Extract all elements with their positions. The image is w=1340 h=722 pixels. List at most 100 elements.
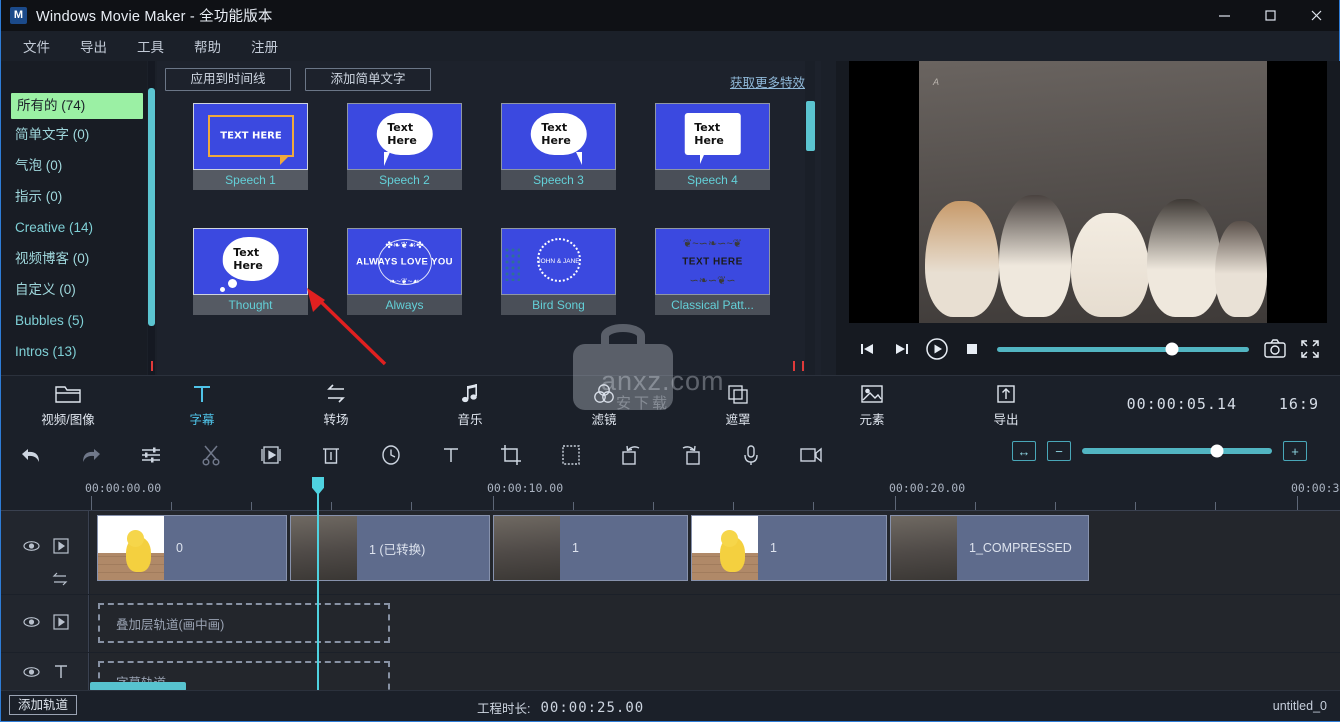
maximize-button[interactable] (1247, 0, 1293, 31)
menu-item-export[interactable]: 导出 (80, 36, 107, 56)
next-frame-button[interactable] (884, 332, 919, 366)
border-icon[interactable] (541, 432, 601, 477)
sidebar-item-creative[interactable]: Creative (14) (1, 212, 147, 243)
zoom-slider-knob[interactable] (1210, 444, 1224, 458)
table-row[interactable]: 1 (已转换) (290, 515, 490, 581)
film-frame-icon[interactable] (241, 432, 301, 477)
effect-label-speech-4: Speech 4 (655, 170, 770, 190)
effect-art-text: Text Here (376, 112, 433, 155)
project-duration-value: 00:00:25.00 (540, 699, 645, 716)
apply-to-timeline-button[interactable]: 应用到时间线 (165, 67, 291, 91)
rotate-right-icon[interactable] (661, 432, 721, 477)
sidebar-item-custom[interactable]: 自定义 (0) (1, 274, 147, 305)
clip-name: 1 (572, 541, 579, 555)
effect-art-text: TEXT HERE (682, 256, 743, 267)
video-track-body[interactable]: 0 1 (已转换) 1 1 1_COMPRESSED (90, 511, 1340, 594)
sidebar-item-bubbles[interactable]: Bubbles (5) (1, 305, 147, 336)
tab-subtitle[interactable]: 字幕 (135, 376, 269, 433)
add-simple-text-button[interactable]: 添加简单文字 (305, 67, 431, 91)
transition-track-icon[interactable] (51, 572, 69, 589)
eye-icon[interactable] (23, 616, 40, 631)
timeline-zoom-slider[interactable] (1082, 441, 1272, 461)
fullscreen-button[interactable] (1292, 332, 1327, 366)
effect-art-text: Text Here (222, 236, 279, 281)
preview-seek-knob[interactable] (1165, 342, 1179, 356)
effect-item-speech-2[interactable]: Text Here Speech 2 (347, 103, 462, 190)
tab-label: 音乐 (457, 412, 483, 427)
menu-item-register[interactable]: 注册 (251, 36, 278, 56)
effect-thumbnail-thought: Text Here (193, 228, 308, 295)
previous-frame-button[interactable] (849, 332, 884, 366)
sidebar-scrollbar[interactable] (148, 61, 155, 375)
effect-label-thought: Thought (193, 295, 308, 315)
eye-icon[interactable] (23, 666, 40, 681)
tab-music[interactable]: 音乐 (403, 376, 537, 433)
ruler-label: 00:00:00.00 (85, 481, 162, 495)
speech-tail-icon (570, 152, 582, 165)
undo-icon[interactable] (1, 432, 61, 477)
snapshot-button[interactable] (1257, 332, 1292, 366)
preview-seek-slider[interactable] (997, 332, 1249, 366)
add-track-button[interactable]: 添加轨道 (9, 695, 78, 715)
scissors-icon[interactable] (181, 432, 241, 477)
tab-transition[interactable]: 转场 (269, 376, 403, 433)
effect-item-speech-4[interactable]: Text Here Speech 4 (655, 103, 770, 190)
crop-icon[interactable] (481, 432, 541, 477)
ornament-top-icon: ✤❧❦☙✤ (385, 240, 424, 250)
table-row[interactable]: 1_COMPRESSED (890, 515, 1089, 581)
top-zone: 所有的 (74) 简单文字 (0) 气泡 (0) 指示 (0) Creative… (1, 61, 1340, 375)
effect-item-bird-song[interactable]: JOHN & JANE Bird Song (501, 228, 616, 315)
sidebar-item-all[interactable]: 所有的 (74) (11, 93, 143, 119)
close-button[interactable] (1293, 0, 1339, 31)
menu-item-tools[interactable]: 工具 (137, 36, 164, 56)
redo-icon[interactable] (61, 432, 121, 477)
adjust-sliders-icon[interactable] (121, 432, 181, 477)
effect-item-speech-3[interactable]: Text Here Speech 3 (501, 103, 616, 190)
stop-button[interactable] (954, 332, 989, 366)
sidebar-item-vlog[interactable]: 视频博客 (0) (1, 243, 147, 274)
fit-to-window-button[interactable]: ↔ (1012, 441, 1036, 461)
effects-scrollbar-thumb[interactable] (806, 101, 815, 151)
zoom-in-button[interactable]: + (1283, 441, 1307, 461)
table-row[interactable]: 0 (97, 515, 287, 581)
zoom-out-button[interactable]: − (1047, 441, 1071, 461)
effect-item-speech-1[interactable]: TEXT HERE Speech 1 (193, 103, 308, 190)
tab-element[interactable]: 元素 (805, 376, 939, 433)
sidebar-item-intros[interactable]: Intros (13) (1, 336, 147, 367)
effect-item-always[interactable]: ✤❧❦☙✤ ALWAYS LOVE YOU ❧~❦~☙ Always (347, 228, 462, 315)
overlay-track-icon[interactable] (53, 614, 69, 633)
effect-item-classical-pattern[interactable]: ❦~∽❧∽~❦ TEXT HERE ∽❧∽❦∽ Classical Patt..… (655, 228, 770, 315)
sidebar-item-bubbles-cn[interactable]: 气泡 (0) (1, 150, 147, 181)
overlay-track-placeholder[interactable]: 叠加层轨道(画中画) (98, 603, 390, 643)
overlay-track-body[interactable]: 叠加层轨道(画中画) (90, 595, 1340, 652)
video-camera-icon[interactable] (781, 432, 841, 477)
timeline-ruler[interactable]: 00:00:00.00 00:00:10.00 00:00:20.00 00:0… (1, 477, 1340, 511)
trash-icon[interactable] (301, 432, 361, 477)
clock-icon[interactable] (361, 432, 421, 477)
text-track-body[interactable]: 字幕轨道 (90, 653, 1340, 701)
window-controls (1201, 0, 1339, 31)
text-icon[interactable] (421, 432, 481, 477)
table-row[interactable]: 1 (691, 515, 887, 581)
table-row[interactable]: 1 (493, 515, 688, 581)
video-track-icon[interactable] (53, 538, 69, 557)
microphone-icon[interactable] (721, 432, 781, 477)
tab-label: 导出 (993, 412, 1019, 427)
play-button[interactable] (919, 332, 954, 366)
sidebar-item-indicator[interactable]: 指示 (0) (1, 181, 147, 212)
timeline-playhead[interactable] (312, 477, 324, 691)
effect-item-thought[interactable]: Text Here Thought (193, 228, 308, 315)
minimize-button[interactable] (1201, 0, 1247, 31)
get-more-effects-link[interactable]: 获取更多特效 (730, 72, 805, 91)
sidebar-scrollbar-thumb[interactable] (148, 88, 155, 326)
effects-scrollbar[interactable] (805, 61, 815, 375)
menu-item-file[interactable]: 文件 (23, 36, 50, 56)
menu-item-help[interactable]: 帮助 (194, 36, 221, 56)
tab-video-image[interactable]: 视频/图像 (1, 376, 135, 433)
text-track-icon[interactable] (53, 663, 69, 684)
rotate-left-icon[interactable] (601, 432, 661, 477)
eye-icon[interactable] (23, 540, 40, 555)
sidebar-item-simple-text[interactable]: 简单文字 (0) (1, 119, 147, 150)
tab-export[interactable]: 导出 (939, 376, 1073, 433)
effect-thumbnail-classical-pattern: ❦~∽❧∽~❦ TEXT HERE ∽❧∽❦∽ (655, 228, 770, 295)
